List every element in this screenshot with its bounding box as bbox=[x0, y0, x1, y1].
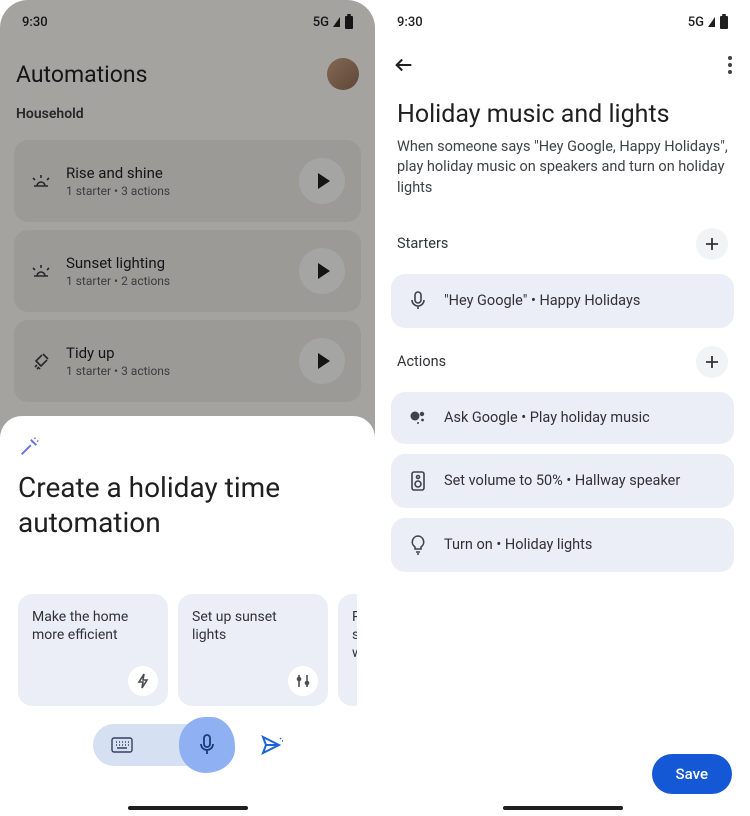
add-starter-button[interactable] bbox=[696, 228, 728, 260]
automation-title: Holiday music and lights bbox=[375, 80, 750, 137]
lightbulb-icon bbox=[407, 535, 429, 555]
bottom-sheet: Create a holiday time automation Make th… bbox=[0, 416, 375, 816]
status-icons: 5G bbox=[688, 15, 728, 30]
send-icon[interactable] bbox=[261, 735, 283, 755]
save-button[interactable]: Save bbox=[652, 754, 732, 794]
action-text: Turn on • Holiday lights bbox=[444, 536, 592, 553]
starter-card[interactable]: "Hey Google" • Happy Holidays bbox=[391, 274, 734, 328]
suggestion-chip[interactable]: Play s when bbox=[338, 594, 357, 706]
suggestion-chip[interactable]: Make the home more efficient bbox=[18, 594, 168, 706]
actions-label: Actions bbox=[397, 353, 446, 370]
back-button[interactable] bbox=[393, 54, 415, 76]
mic-icon bbox=[407, 291, 429, 311]
sliders-icon bbox=[288, 666, 318, 696]
nav-handle[interactable] bbox=[128, 806, 248, 810]
action-text: Ask Google • Play holiday music bbox=[444, 409, 650, 426]
suggestion-chip[interactable]: Set up sunset lights bbox=[178, 594, 328, 706]
status-time: 9:30 bbox=[397, 15, 423, 30]
automation-description: When someone says "Hey Google, Happy Hol… bbox=[375, 137, 750, 220]
suggestion-label: Make the home more efficient bbox=[32, 609, 128, 643]
starter-text: "Hey Google" • Happy Holidays bbox=[444, 292, 640, 309]
action-text: Set volume to 50% • Hallway speaker bbox=[444, 472, 680, 489]
starters-label: Starters bbox=[397, 235, 448, 252]
mic-button[interactable] bbox=[179, 717, 235, 773]
speaker-icon bbox=[407, 471, 429, 491]
action-card[interactable]: Turn on • Holiday lights bbox=[391, 518, 734, 572]
bolt-icon bbox=[128, 666, 158, 696]
action-card[interactable]: Ask Google • Play holiday music bbox=[391, 392, 734, 444]
action-card[interactable]: Set volume to 50% • Hallway speaker bbox=[391, 454, 734, 508]
suggestion-label: Set up sunset lights bbox=[192, 609, 277, 643]
sheet-title: Create a holiday time automation bbox=[18, 470, 308, 540]
suggestion-label: Play s when bbox=[352, 609, 357, 661]
add-action-button[interactable] bbox=[696, 346, 728, 378]
keyboard-icon bbox=[111, 737, 133, 753]
assistant-icon bbox=[407, 409, 429, 427]
overflow-menu[interactable] bbox=[728, 56, 732, 74]
nav-handle[interactable] bbox=[503, 806, 623, 810]
keyboard-mic-toggle[interactable] bbox=[93, 724, 223, 766]
magic-wand-icon bbox=[18, 436, 357, 458]
